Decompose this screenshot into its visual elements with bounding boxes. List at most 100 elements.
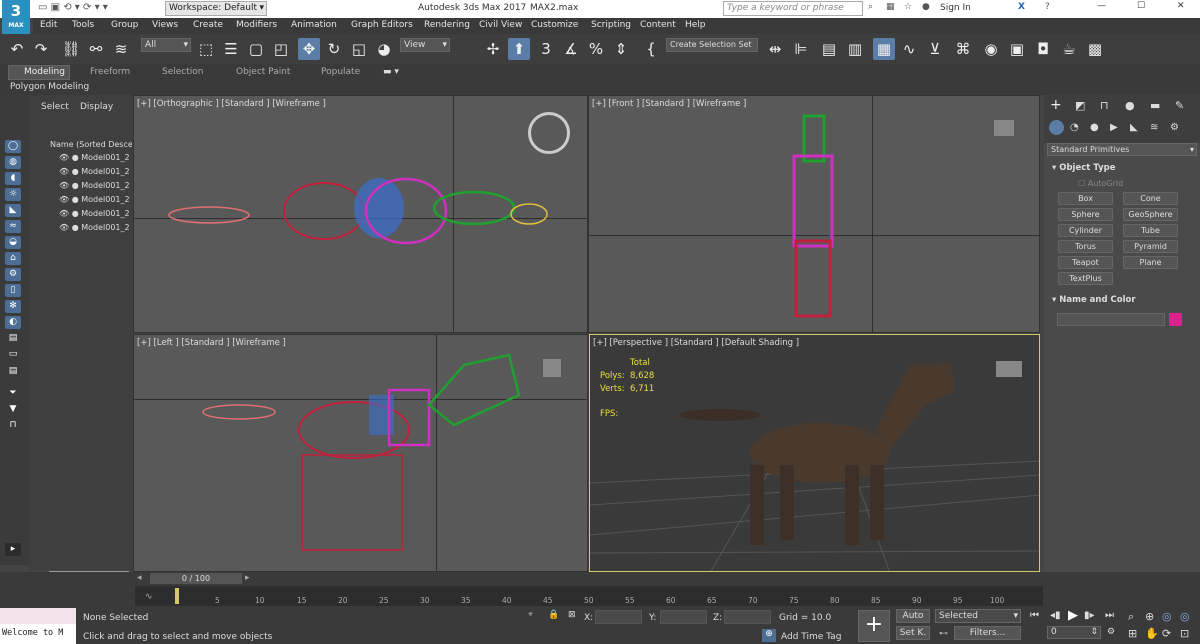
tab-populate[interactable]: Populate [321, 67, 360, 77]
options-icon[interactable]: ▤ [5, 365, 21, 378]
z-field[interactable] [724, 610, 771, 624]
user-icon[interactable]: ● [922, 2, 930, 12]
display-shapes-icon[interactable]: ◖ [5, 172, 21, 185]
eye-icon[interactable]: 👁 [59, 167, 69, 176]
menu-rendering[interactable]: Rendering [424, 20, 470, 30]
selection-set-dropdown[interactable]: Create Selection Set [666, 38, 758, 52]
star-icon[interactable]: ☆ [904, 2, 912, 12]
display-all-icon[interactable]: ◐ [5, 316, 21, 329]
next-frame-icon[interactable]: ▸ [245, 573, 250, 583]
tab-object-paint[interactable]: Object Paint [236, 67, 290, 77]
time-tag-icon[interactable]: ⊕ [762, 629, 776, 642]
menu-scripting[interactable]: Scripting [591, 20, 631, 30]
shapes-icon[interactable]: ◔ [1070, 122, 1079, 133]
polygon-modeling-label[interactable]: Polygon Modeling [10, 82, 89, 92]
absolute-mode-icon[interactable]: ⊠ [568, 610, 576, 620]
search-icon[interactable]: ⌕ [868, 2, 873, 12]
close-button[interactable]: ✕ [1177, 1, 1185, 11]
viewcube[interactable] [543, 359, 561, 377]
display-helpers-icon[interactable]: ≈ [5, 220, 21, 233]
mirror-icon[interactable]: ⇹ [764, 38, 786, 60]
object-color-swatch[interactable] [1169, 313, 1182, 326]
display-tab-icon[interactable]: ▬ [1150, 99, 1160, 112]
viewport-top[interactable]: [+] [Orthographic ] [Standard ] [Wirefra… [133, 95, 588, 333]
filter-icon[interactable]: ⏷ [5, 387, 21, 400]
link-icon[interactable]: ⛓ [60, 38, 82, 60]
display-groups-icon[interactable]: ⌂ [5, 252, 21, 265]
plane-button[interactable]: Plane [1123, 256, 1178, 269]
menu-animation[interactable]: Animation [291, 20, 337, 30]
viewport-front[interactable]: [+] [Front ] [Standard ] [Wireframe ] [588, 95, 1040, 333]
render-teapot-icon[interactable]: ☕ [1058, 38, 1080, 60]
cone-button[interactable]: Cone [1123, 192, 1178, 205]
render-setup-icon[interactable]: ▣ [1006, 38, 1028, 60]
time-config-icon[interactable]: ⚙ [1107, 627, 1115, 637]
ribbon-options-icon[interactable]: ▬ ▾ [383, 67, 399, 77]
maximize-button[interactable]: ☐ [1137, 1, 1145, 11]
frame-marker[interactable] [175, 588, 179, 604]
teapot-button[interactable]: Teapot [1058, 256, 1113, 269]
auto-key-button[interactable]: Auto [896, 609, 930, 623]
placement-icon[interactable]: ◕ [373, 38, 395, 60]
utilities-tab-icon[interactable]: ✎ [1175, 99, 1184, 112]
maximize-viewport-icon[interactable]: ⊡ [1180, 627, 1189, 640]
select-by-name-icon[interactable]: ☰ [220, 38, 242, 60]
menu-graph-editors[interactable]: Graph Editors [351, 20, 413, 30]
eye-icon[interactable]: 👁 [59, 153, 69, 162]
key-mode-icon[interactable]: ⊷ [939, 629, 948, 639]
list-item[interactable]: 👁 ● Model001_2 [59, 195, 130, 204]
menu-civil-view[interactable]: Civil View [479, 20, 522, 30]
box-button[interactable]: Box [1058, 192, 1113, 205]
viewcube[interactable] [996, 361, 1022, 377]
zoom-extents-icon[interactable]: ◎ [1162, 610, 1172, 623]
ribbon-toggle-icon[interactable]: ▥ [844, 38, 866, 60]
zoom-icon[interactable]: ⌕ [1128, 610, 1134, 624]
eye-icon[interactable]: 👁 [59, 181, 69, 190]
viewcube[interactable] [528, 112, 570, 154]
motion-tab-icon[interactable]: ● [1125, 99, 1135, 112]
app-logo[interactable]: 3 MAX [2, 0, 30, 34]
tab-selection[interactable]: Selection [162, 67, 203, 77]
redo-icon[interactable]: ↷ [30, 38, 52, 60]
container-icon[interactable]: ⊓ [5, 419, 21, 432]
object-name-field[interactable] [1057, 313, 1165, 326]
unlink-icon[interactable]: ⚯ [85, 38, 107, 60]
y-field[interactable] [660, 610, 707, 624]
render-frame-icon[interactable]: ◘ [1032, 38, 1054, 60]
align-icon[interactable]: ⊫ [790, 38, 812, 60]
list-item[interactable]: 👁 ● Model001_2 [59, 153, 130, 162]
viewcube[interactable] [994, 120, 1014, 136]
maxscript-output[interactable]: Welcome to M [0, 624, 76, 644]
layer-icon[interactable]: ▤ [818, 38, 840, 60]
go-to-start-icon[interactable]: ⏮ [1030, 610, 1039, 621]
angle-snap-icon[interactable]: ∡ [560, 38, 582, 60]
schematic-icon[interactable]: ⌘ [952, 38, 974, 60]
filters-button[interactable]: Filters... [954, 626, 1021, 640]
menu-group[interactable]: Group [111, 20, 138, 30]
curve-editor-icon[interactable]: ∿ [898, 38, 920, 60]
workspace-dropdown[interactable]: Workspace: Default ▾ [165, 1, 267, 16]
add-time-tag[interactable]: Add Time Tag [781, 632, 841, 642]
spacewarps-icon[interactable]: ≋ [1150, 122, 1158, 133]
window-crossing-icon[interactable]: ◰ [270, 38, 292, 60]
set-key-button[interactable]: Set K. [896, 626, 930, 640]
display-none-icon[interactable]: ◯ [5, 140, 21, 153]
bind-spacewarp-icon[interactable]: ≋ [110, 38, 132, 60]
tube-button[interactable]: Tube [1123, 224, 1178, 237]
select-object-icon[interactable]: ⬚ [195, 38, 217, 60]
pan-icon[interactable]: ✋ [1145, 627, 1159, 640]
systems-icon[interactable]: ⚙ [1170, 122, 1179, 133]
menu-customize[interactable]: Customize [531, 20, 578, 30]
ref-coord-dropdown[interactable]: View ▾ [400, 38, 450, 52]
display-cameras-icon[interactable]: ◣ [5, 204, 21, 217]
prev-key-icon[interactable]: ◂▮ [1050, 610, 1061, 621]
mini-curve-icon[interactable]: ∿ [145, 592, 153, 602]
display-xrefs-icon[interactable]: ⚙ [5, 268, 21, 281]
layer-view-icon[interactable]: ▤ [5, 332, 21, 345]
eye-icon[interactable]: 👁 [59, 195, 69, 204]
zoom-all-icon[interactable]: ⊕ [1145, 610, 1154, 623]
render-cloud-icon[interactable]: ▩ [1084, 38, 1106, 60]
minimize-button[interactable]: — [1097, 1, 1106, 11]
maxscript-listener[interactable] [0, 608, 76, 624]
sign-in-link[interactable]: Sign In [940, 3, 971, 13]
